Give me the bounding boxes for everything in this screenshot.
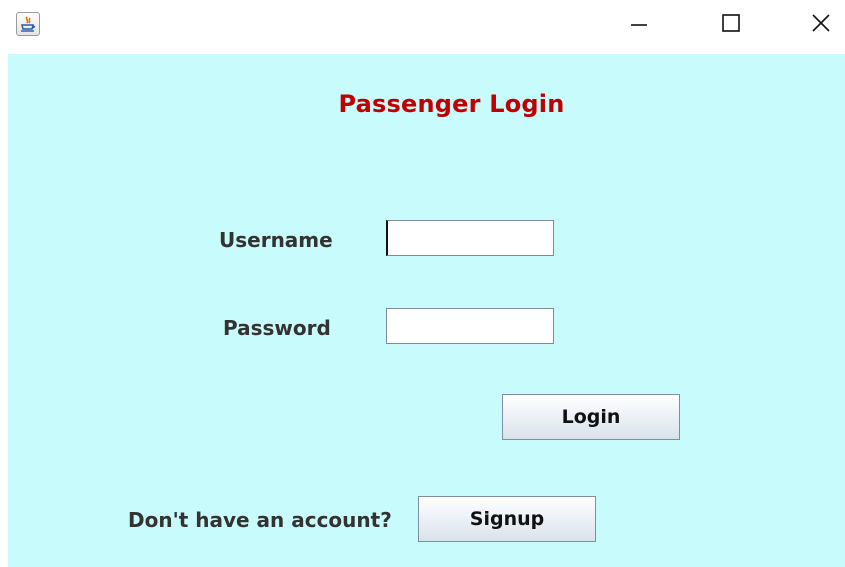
app-window: Passenger Login Username Password Login … <box>0 0 845 567</box>
password-label: Password <box>223 316 331 340</box>
maximize-icon <box>722 14 740 32</box>
account-prompt: Don't have an account? <box>128 508 392 532</box>
username-input[interactable] <box>386 220 554 256</box>
login-button[interactable]: Login <box>502 394 680 440</box>
signup-button[interactable]: Signup <box>418 496 596 542</box>
java-cup-icon[interactable] <box>16 12 40 36</box>
minimize-icon <box>631 24 647 26</box>
maximize-button[interactable] <box>708 0 754 46</box>
page-title: Passenger Login <box>338 90 565 118</box>
title-bar[interactable] <box>0 0 845 52</box>
close-icon <box>812 14 830 32</box>
password-input[interactable] <box>386 308 554 344</box>
username-label: Username <box>219 228 333 252</box>
close-button[interactable] <box>798 0 844 46</box>
minimize-button[interactable] <box>616 0 662 46</box>
login-panel: Passenger Login Username Password Login … <box>8 54 845 567</box>
